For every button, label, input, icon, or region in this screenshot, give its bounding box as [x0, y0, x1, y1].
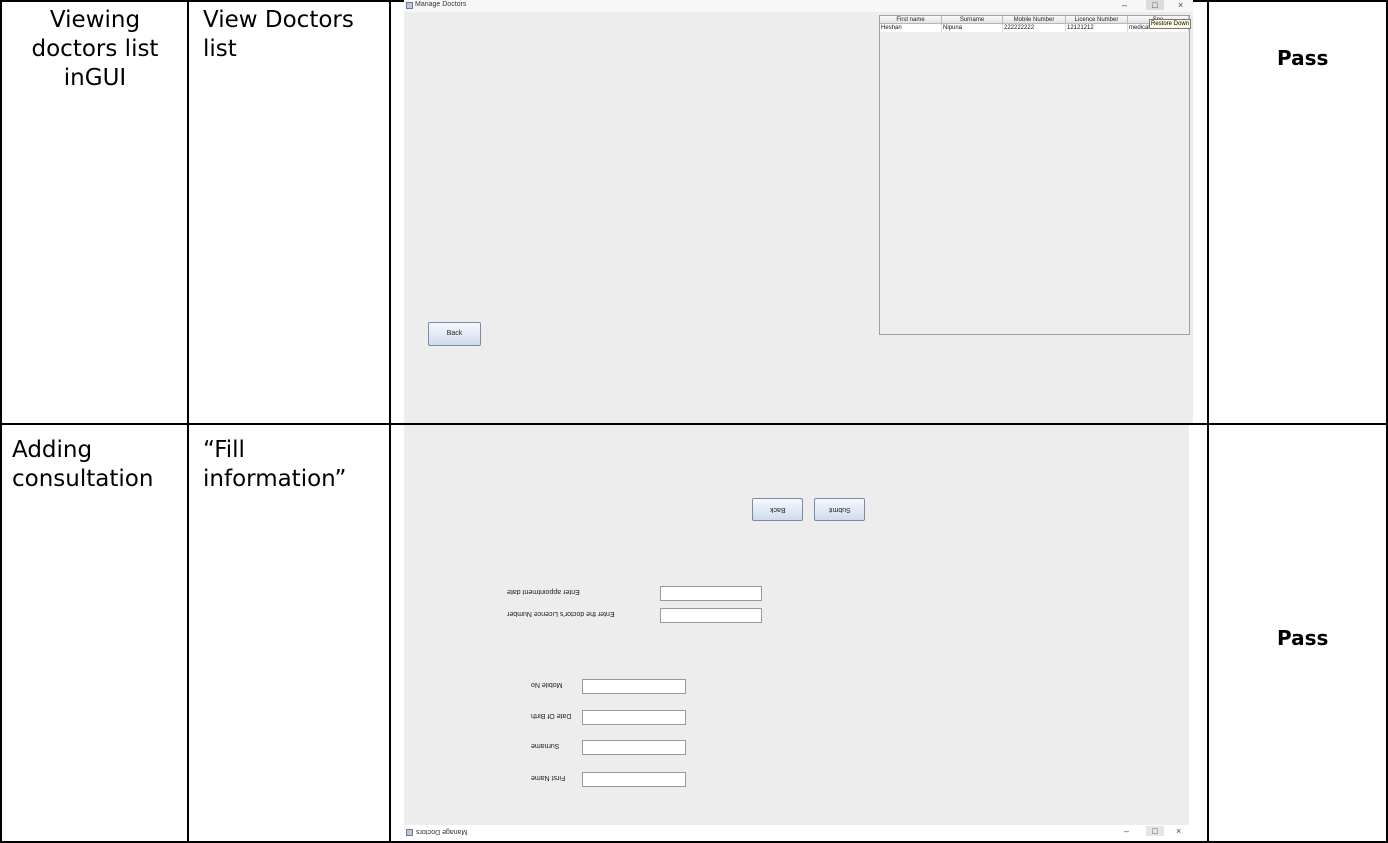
table-cell[interactable]: 222222222 [1003, 24, 1066, 32]
mobile-input[interactable] [582, 679, 686, 694]
test-action-cell: View Doctors list [203, 7, 354, 62]
window-titlebar: Manage Doctors – □ × [404, 0, 1193, 12]
test-name-cell: Adding consultation [12, 437, 154, 492]
result-cell: Pass [1277, 46, 1329, 70]
first-name-input[interactable] [582, 772, 686, 787]
table-cell[interactable]: Nipuna [942, 24, 1003, 32]
surname-input[interactable] [582, 740, 686, 755]
first-name-label: First Name [531, 774, 566, 781]
result-cell: Pass [1277, 626, 1329, 650]
submit-button[interactable]: Submit [814, 498, 865, 521]
col-border-left [0, 0, 2, 843]
col-divider-1 [187, 0, 189, 843]
test-name-cell: Viewing doctors list inGUI [31, 7, 159, 91]
appointment-date-label: Enter appointment date [507, 588, 580, 595]
column-header[interactable]: First name [880, 16, 942, 24]
col-divider-2 [389, 0, 391, 843]
back-button[interactable]: Back [428, 322, 481, 346]
close-button[interactable]: × [1176, 826, 1181, 836]
column-header[interactable]: Mobile Number [1003, 16, 1066, 24]
mobile-label: Mobile No [531, 681, 563, 688]
table-cell[interactable]: Heshan [880, 24, 942, 32]
back-button[interactable]: Back [752, 498, 803, 521]
minimize-button[interactable]: – [1124, 826, 1129, 836]
manage-doctors-window: Manage Doctors – □ × First name Surname … [404, 0, 1193, 423]
app-icon [406, 2, 413, 9]
doctors-table[interactable]: First name Surname Mobile Number Licence… [879, 15, 1190, 335]
maximize-button[interactable]: □ [1146, 0, 1164, 10]
restore-down-tooltip: Restore Down [1149, 19, 1192, 29]
app-icon [406, 829, 413, 836]
dob-label: Date Of Birth [531, 712, 572, 719]
test-action-cell: “Fill information” [203, 437, 347, 492]
add-consultation-window: Back Submit Enter appointment date Enter… [404, 425, 1189, 841]
window-titlebar-flipped: Manage Doctors – □ × [404, 825, 1189, 841]
table-cell[interactable]: 12121212 [1066, 24, 1128, 32]
licence-number-label: Enter the doctor's Licence Number [507, 610, 615, 617]
column-header[interactable]: Surname [942, 16, 1003, 24]
col-divider-3 [1207, 0, 1209, 843]
window-title: Manage Doctors [416, 828, 468, 835]
appointment-date-input[interactable] [660, 586, 762, 601]
surname-label: Surname [531, 742, 560, 749]
close-button[interactable]: × [1178, 0, 1183, 10]
licence-number-input[interactable] [660, 608, 762, 623]
window-title: Manage Doctors [415, 1, 467, 8]
column-header[interactable]: Licence Number [1066, 16, 1128, 24]
minimize-button[interactable]: – [1122, 0, 1127, 10]
maximize-button[interactable]: □ [1146, 826, 1164, 836]
dob-input[interactable] [582, 710, 686, 725]
